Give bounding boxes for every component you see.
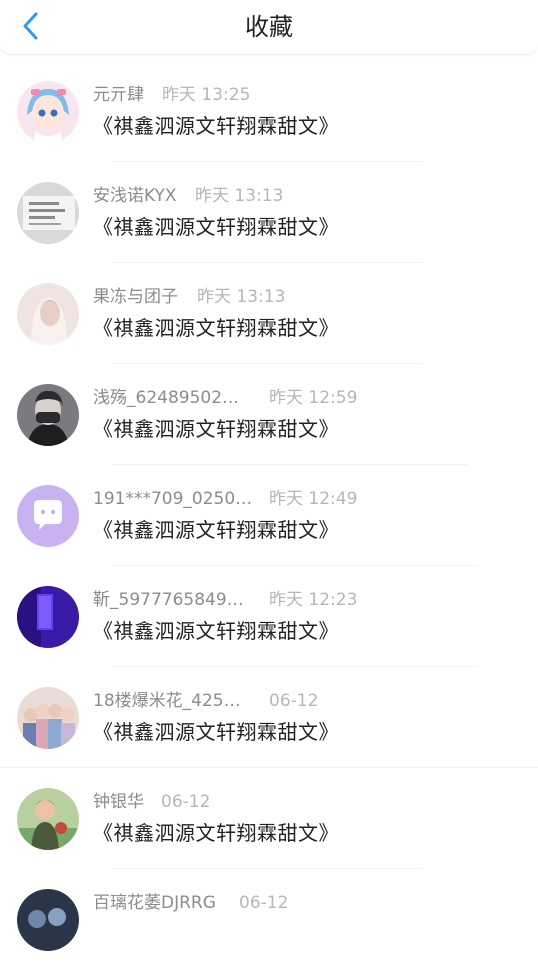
timestamp: 昨天 13:13 bbox=[197, 287, 286, 307]
user-name: 18楼爆米花_425… bbox=[93, 691, 241, 711]
item-meta: 靳_5977765849… 昨天 12:23 bbox=[93, 588, 357, 612]
timestamp: 昨天 13:25 bbox=[162, 85, 251, 105]
message-text: 《祺鑫泗源文轩翔霖甜文》 bbox=[93, 619, 339, 643]
item-meta: 18楼爆米花_425… 06-12 bbox=[93, 689, 318, 713]
list-item[interactable]: 191***709_0250… 昨天 12:49 《祺鑫泗源文轩翔霖甜文》 bbox=[0, 465, 538, 566]
item-meta: 百璃花萎DJRRG 06-12 bbox=[93, 891, 288, 915]
avatar bbox=[17, 687, 79, 749]
item-meta: 浅殇_62489502… 昨天 12:59 bbox=[93, 386, 357, 410]
message-text: 《祺鑫泗源文轩翔霖甜文》 bbox=[93, 720, 339, 744]
avatar bbox=[17, 283, 79, 345]
item-meta: 果冻与团子 昨天 13:13 bbox=[93, 285, 285, 309]
avatar bbox=[17, 81, 79, 143]
user-name: 靳_5977765849… bbox=[93, 590, 244, 610]
item-meta: 钟银华 06-12 bbox=[93, 790, 210, 814]
timestamp: 昨天 12:49 bbox=[269, 489, 358, 509]
list-item[interactable]: 果冻与团子 昨天 13:13 《祺鑫泗源文轩翔霖甜文》 bbox=[0, 263, 538, 364]
avatar bbox=[17, 384, 79, 446]
avatar bbox=[17, 889, 79, 951]
avatar bbox=[17, 182, 79, 244]
nav-bar: 收藏 bbox=[0, 0, 538, 55]
list-item[interactable]: 钟银华 06-12 《祺鑫泗源文轩翔霖甜文》 bbox=[0, 768, 538, 869]
timestamp: 昨天 12:23 bbox=[269, 590, 358, 610]
avatar bbox=[17, 586, 79, 648]
user-name: 元亓肆 bbox=[93, 85, 144, 105]
item-meta: 安浅诺KYX 昨天 13:13 bbox=[93, 184, 283, 208]
avatar bbox=[17, 485, 79, 547]
message-text: 《祺鑫泗源文轩翔霖甜文》 bbox=[93, 518, 339, 542]
message-text: 《祺鑫泗源文轩翔霖甜文》 bbox=[93, 821, 339, 845]
item-meta: 191***709_0250… 昨天 12:49 bbox=[93, 487, 357, 511]
timestamp: 昨天 13:13 bbox=[195, 186, 284, 206]
avatar bbox=[17, 788, 79, 850]
message-text: 《祺鑫泗源文轩翔霖甜文》 bbox=[93, 114, 339, 138]
user-name: 钟银华 bbox=[93, 792, 144, 812]
user-name: 百璃花萎DJRRG bbox=[93, 893, 216, 913]
timestamp: 06-12 bbox=[161, 792, 211, 812]
list-item[interactable]: 靳_5977765849… 昨天 12:23 《祺鑫泗源文轩翔霖甜文》 bbox=[0, 566, 538, 667]
user-name: 果冻与团子 bbox=[93, 287, 178, 307]
timestamp: 昨天 12:59 bbox=[269, 388, 358, 408]
message-text: 《祺鑫泗源文轩翔霖甜文》 bbox=[93, 417, 339, 441]
user-name: 浅殇_62489502… bbox=[93, 388, 240, 408]
user-name: 191***709_0250… bbox=[93, 489, 253, 509]
timestamp: 06-12 bbox=[239, 893, 289, 913]
item-meta: 元亓肆 昨天 13:25 bbox=[93, 83, 250, 107]
message-text: 《祺鑫泗源文轩翔霖甜文》 bbox=[93, 316, 339, 340]
list-item[interactable]: 元亓肆 昨天 13:25 《祺鑫泗源文轩翔霖甜文》 bbox=[0, 61, 538, 162]
list-item[interactable]: 18楼爆米花_425… 06-12 《祺鑫泗源文轩翔霖甜文》 bbox=[0, 667, 538, 768]
favorites-list: 元亓肆 昨天 13:25 《祺鑫泗源文轩翔霖甜文》 安浅诺KYX 昨天 13:1… bbox=[0, 61, 538, 970]
page-title: 收藏 bbox=[245, 13, 293, 41]
list-item[interactable]: 浅殇_62489502… 昨天 12:59 《祺鑫泗源文轩翔霖甜文》 bbox=[0, 364, 538, 465]
list-item[interactable]: 百璃花萎DJRRG 06-12 bbox=[0, 869, 538, 970]
timestamp: 06-12 bbox=[269, 691, 319, 711]
message-text: 《祺鑫泗源文轩翔霖甜文》 bbox=[93, 215, 339, 239]
user-name: 安浅诺KYX bbox=[93, 186, 177, 206]
list-item[interactable]: 安浅诺KYX 昨天 13:13 《祺鑫泗源文轩翔霖甜文》 bbox=[0, 162, 538, 263]
